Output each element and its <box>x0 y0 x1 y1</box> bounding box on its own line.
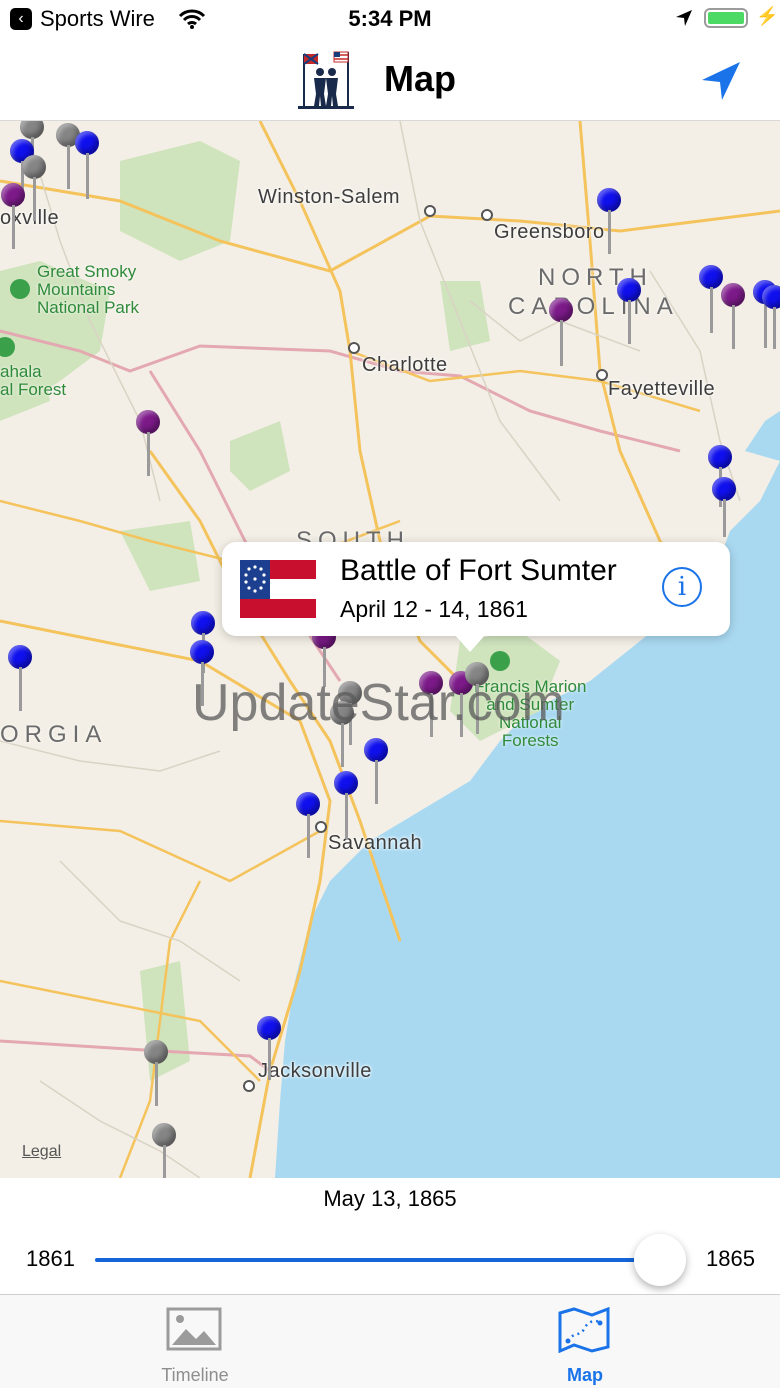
charging-bolt-icon: ⚡ <box>756 6 779 26</box>
info-icon[interactable]: i <box>662 567 702 607</box>
tab-map-label: Map <box>567 1365 603 1385</box>
tab-timeline[interactable]: Timeline <box>0 1295 390 1388</box>
slider-thumb[interactable] <box>634 1234 686 1286</box>
park-label-smoky-mountains: Great Smoky Mountains National Park <box>37 262 140 317</box>
clock: 5:34 PM <box>348 6 432 31</box>
city-label-jacksonville: Jacksonville <box>258 1060 372 1082</box>
state-label-georgia: ORGIA <box>0 721 108 748</box>
callout-title: Battle of Fort Sumter <box>340 554 617 587</box>
city-label-fayetteville: Fayetteville <box>608 378 716 400</box>
location-services-icon <box>676 10 692 26</box>
park-label-nantahala: ahala al Forest <box>0 362 67 399</box>
slider-track[interactable] <box>95 1258 675 1262</box>
city-label-greensboro: Greensboro <box>494 221 605 243</box>
image-icon <box>166 1307 222 1351</box>
confederate-first-national-flag-icon <box>240 560 316 618</box>
battery-icon <box>704 8 748 28</box>
slider-end-year: 1865 <box>706 1246 755 1271</box>
page-title: Map <box>384 58 456 99</box>
location-arrow-icon[interactable] <box>698 58 744 104</box>
map-route-icon <box>558 1307 610 1353</box>
legal-link[interactable]: Legal <box>22 1143 61 1161</box>
map-view[interactable]: Winston-Salem Greensboro Charlotte Fayet… <box>0 121 780 1178</box>
soldiers-flags-logo-icon <box>298 51 354 109</box>
tab-map[interactable]: Map <box>390 1295 780 1388</box>
slider-start-year: 1861 <box>26 1246 75 1271</box>
callout-date: April 12 - 14, 1861 <box>340 596 528 622</box>
state-label-carolina: CAROLINA <box>508 293 679 320</box>
city-label-knoxville: oxville <box>0 207 60 229</box>
city-label-savannah: Savannah <box>328 832 423 854</box>
tab-bar: Timeline Map <box>0 1294 780 1388</box>
city-label-charlotte: Charlotte <box>362 354 448 376</box>
tab-timeline-label: Timeline <box>161 1365 229 1385</box>
navigation-bar: Map <box>0 40 780 121</box>
current-date-label: May 13, 1865 <box>323 1186 457 1211</box>
watermark-text: UpdateStar.com <box>192 674 565 732</box>
status-bar: ‹ Sports Wire 5:34 PM ⚡ <box>0 0 780 40</box>
city-label-winston-salem: Winston-Salem <box>258 186 401 208</box>
battle-callout[interactable]: Battle of Fort Sumter April 12 - 14, 186… <box>222 542 730 652</box>
timeline-slider-panel: May 13, 1865 1861 1865 <box>0 1178 780 1294</box>
